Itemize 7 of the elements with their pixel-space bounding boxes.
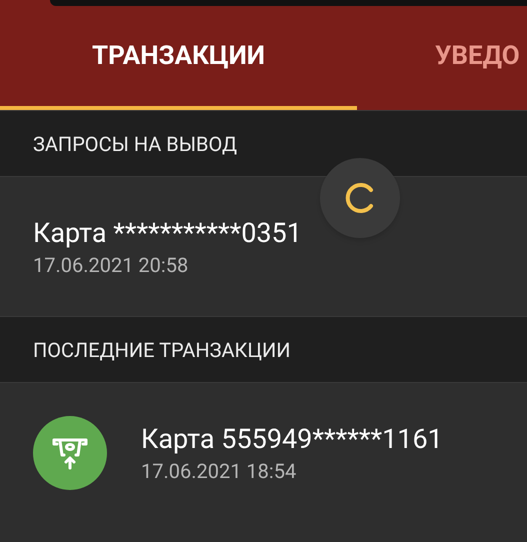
section-header: ЗАПРОСЫ НА ВЫВОД: [0, 110, 527, 176]
card-number: Карта 555949******1161: [141, 422, 443, 456]
card-number: Карта ***********0351: [33, 216, 302, 250]
section-header: ПОСЛЕДНИЕ ТРАНЗАКЦИИ: [0, 316, 527, 382]
date-time: 17.06.2021 20:58: [33, 252, 190, 278]
date-time: 17.06.2021 18:54: [141, 458, 298, 484]
tab[interactable]: УВЕДО: [357, 6, 520, 110]
